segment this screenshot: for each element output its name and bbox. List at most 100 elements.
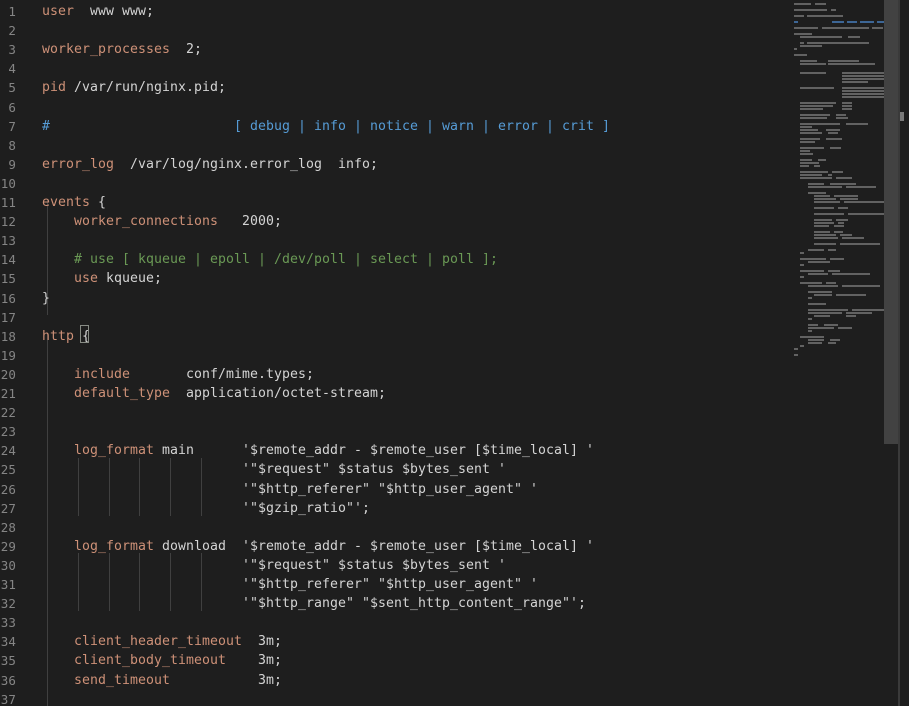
minimap-line — [786, 285, 884, 287]
minimap-token — [814, 243, 836, 245]
minimap-token — [834, 195, 858, 197]
minimap-token — [794, 21, 798, 23]
minimap-token — [814, 234, 836, 236]
minimap-line — [786, 159, 884, 161]
minimap-token — [800, 102, 836, 104]
minimap-line — [786, 87, 884, 89]
code-line[interactable]: '"$http_range" "$sent_http_content_range… — [42, 594, 586, 613]
minimap-token — [800, 141, 815, 143]
minimap-token — [814, 222, 834, 224]
code-line[interactable]: pid /var/run/nginx.pid; — [42, 78, 226, 97]
minimap-token — [808, 318, 812, 320]
minimap-line — [786, 354, 884, 356]
minimap-line — [786, 258, 884, 260]
line-number: 5 — [8, 80, 16, 96]
minimap-line — [786, 294, 884, 296]
minimap-token — [800, 45, 822, 47]
minimap-line — [786, 30, 884, 32]
line-number: 29 — [0, 538, 16, 554]
code-line[interactable]: '"$gzip_ratio"'; — [42, 499, 370, 518]
minimap-line — [786, 141, 884, 143]
minimap-line — [786, 309, 884, 311]
minimap-token — [800, 336, 824, 338]
minimap-line — [786, 282, 884, 284]
minimap-line — [786, 171, 884, 173]
minimap-token — [822, 27, 869, 29]
minimap-token — [800, 171, 828, 173]
minimap-token — [800, 108, 823, 110]
code-line[interactable]: log_format main '$remote_addr - $remote_… — [42, 441, 594, 460]
minimap-line — [786, 201, 884, 203]
code-line[interactable]: '"$http_referer" "$http_user_agent" ' — [42, 575, 538, 594]
code-line[interactable]: client_body_timeout 3m; — [42, 651, 282, 670]
code-line[interactable]: use kqueue; — [42, 269, 162, 288]
minimap-line — [786, 12, 884, 14]
minimap-token — [831, 9, 836, 11]
minimap-token — [814, 195, 830, 197]
minimap-token — [842, 102, 852, 104]
minimap-token — [842, 87, 884, 89]
minimap-line — [786, 42, 884, 44]
code-line[interactable]: error_log /var/log/nginx.error_log info; — [42, 155, 378, 174]
code-line[interactable]: http { — [42, 327, 90, 346]
minimap-token — [800, 105, 833, 107]
code-editor[interactable]: 1 2 3 4 5 6 7 8 9 10 11 12 13 14 15 16 17 18 19 20 21 22 23 24 2… — [0, 0, 909, 706]
code-line[interactable]: '"$request" $status $bytes_sent ' — [42, 460, 506, 479]
code-line[interactable]: '"$request" $status $bytes_sent ' — [42, 556, 506, 575]
vertical-scrollbar-thumb[interactable] — [884, 0, 898, 444]
code-line[interactable]: include conf/mime.types; — [42, 365, 314, 384]
code-line[interactable]: user www www; — [42, 2, 154, 21]
minimap-token — [800, 63, 826, 65]
code-line[interactable]: client_header_timeout 3m; — [42, 632, 282, 651]
line-number: 19 — [0, 347, 16, 363]
code-line[interactable]: log_format download '$remote_addr - $rem… — [42, 537, 594, 556]
minimap-token — [828, 342, 836, 344]
code-line[interactable]: worker_connections 2000; — [42, 212, 282, 231]
minimap-token — [828, 60, 859, 62]
minimap-token — [852, 309, 884, 311]
minimap-line — [786, 18, 884, 20]
minimap-token — [842, 285, 880, 287]
minimap-line — [786, 15, 884, 17]
minimap-line — [786, 243, 884, 245]
minimap-line — [786, 27, 884, 29]
minimap-line — [786, 54, 884, 56]
code-line[interactable]: # use [ kqueue | epoll | /dev/poll | sel… — [42, 250, 498, 269]
minimap-line — [786, 150, 884, 152]
minimap-line — [786, 342, 884, 344]
minimap-token — [848, 213, 884, 215]
code-line[interactable]: worker_processes 2; — [42, 40, 202, 59]
code-line[interactable]: send_timeout 3m; — [42, 671, 282, 690]
minimap-line — [786, 324, 884, 326]
minimap-token — [807, 42, 869, 44]
minimap-line — [786, 252, 884, 254]
minimap-token — [840, 234, 852, 236]
overview-ruler[interactable] — [898, 0, 909, 706]
minimap-token — [800, 129, 818, 131]
minimap-token — [826, 138, 842, 140]
minimap-line — [786, 204, 884, 206]
minimap-line — [786, 24, 884, 26]
minimap[interactable] — [786, 0, 884, 706]
vertical-scrollbar-track[interactable] — [884, 0, 898, 706]
minimap-token — [808, 330, 812, 332]
minimap-line — [786, 105, 884, 107]
minimap-line — [786, 321, 884, 323]
code-line[interactable]: } — [42, 289, 50, 308]
code-line[interactable]: default_type application/octet-stream; — [42, 384, 386, 403]
code-line[interactable]: events { — [42, 193, 106, 212]
line-number: 37 — [0, 691, 16, 706]
minimap-token — [836, 117, 848, 119]
minimap-line — [786, 45, 884, 47]
code-content[interactable]: user www www; worker_processes 2; pid /var… — [42, 0, 782, 706]
minimap-line — [786, 138, 884, 140]
code-line[interactable]: '"$http_referer" "$http_user_agent" ' — [42, 480, 538, 499]
minimap-token — [842, 78, 884, 80]
minimap-line — [786, 234, 884, 236]
code-line[interactable]: # [ debug | info | notice | warn | error… — [42, 117, 610, 136]
minimap-token — [808, 192, 826, 194]
minimap-token — [834, 231, 843, 233]
minimap-line — [786, 96, 884, 98]
minimap-line — [786, 21, 884, 23]
minimap-token — [846, 123, 868, 125]
